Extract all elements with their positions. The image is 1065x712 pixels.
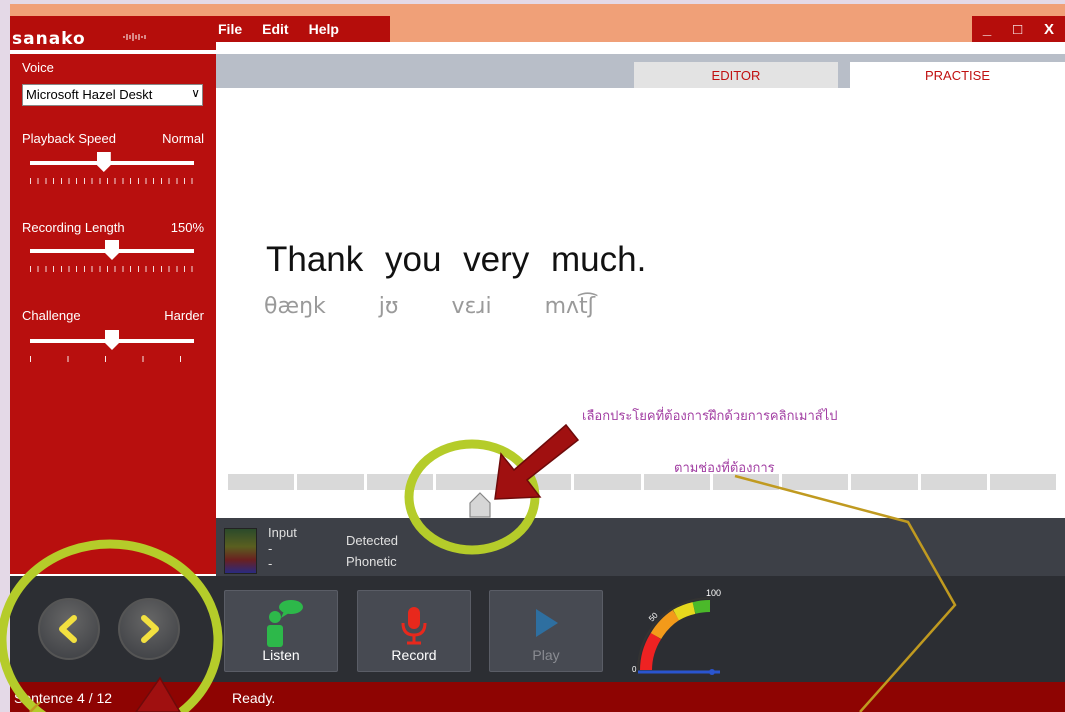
slider-thumb[interactable] <box>105 240 119 260</box>
next-sentence-button[interactable] <box>118 598 180 660</box>
playback-speed-value: Normal <box>162 131 204 146</box>
sentence-segment[interactable] <box>851 474 918 490</box>
sentence-text: Thank you very much. <box>266 240 647 279</box>
recording-length-label: Recording Length <box>22 220 125 235</box>
close-button[interactable]: X <box>1044 21 1054 38</box>
sentence-segment[interactable] <box>505 474 572 490</box>
microphone-icon <box>401 607 427 645</box>
maximize-button[interactable]: □ <box>1013 21 1022 38</box>
recording-length-value: 150% <box>170 220 204 235</box>
listen-person-icon <box>267 600 303 647</box>
phonetic-word: θæŋk <box>264 294 326 319</box>
sentence-segment[interactable] <box>989 474 1056 490</box>
sentence-segment[interactable] <box>574 474 641 490</box>
tab-practise[interactable]: PRACTISE <box>850 62 1065 88</box>
menu-file[interactable]: File <box>218 21 242 37</box>
phonetic-transcription: θæŋk jʊ vɛɹi mʌt͡ʃ <box>264 294 641 319</box>
logo-area: sanako <box>10 16 216 50</box>
input-label: Input <box>268 525 297 540</box>
phonetic-word: mʌt͡ʃ <box>544 294 596 319</box>
slider-track <box>30 161 194 165</box>
slider-ticks <box>30 178 194 184</box>
gauge-min-label: 0 <box>632 665 637 674</box>
practise-area: Thank you very much. θæŋk jʊ vɛɹi mʌt͡ʃ … <box>216 88 1065 518</box>
status-bar: Sentence 4 / 12 Ready. <box>10 682 1065 712</box>
sentence-segment[interactable] <box>228 474 295 490</box>
sentence-segment[interactable] <box>782 474 849 490</box>
challenge-value: Harder <box>164 308 204 323</box>
voice-select[interactable]: Microsoft Hazel Deskt ∨ <box>22 84 203 106</box>
detected-label: Detected <box>346 533 399 548</box>
sentence-segment[interactable] <box>920 474 987 490</box>
score-gauge: 100 50 0 <box>632 588 721 675</box>
chevron-left-icon <box>59 615 77 643</box>
settings-panel: Voice Microsoft Hazel Deskt ∨ Playback S… <box>10 54 216 574</box>
sanako-logo: sanako <box>12 29 86 49</box>
voice-label: Voice <box>22 60 54 75</box>
sentence-segment[interactable] <box>435 474 502 490</box>
analysis-info-bar: Input - - Detected Phonetic <box>216 518 1065 576</box>
play-icon <box>536 609 558 637</box>
control-bar: Listen Record Play 100 50 0 <box>10 576 1065 682</box>
phonetic-label: Phonetic <box>346 554 397 569</box>
tab-editor[interactable]: EDITOR <box>634 62 838 88</box>
sentence-segment[interactable] <box>643 474 710 490</box>
phonetic-word: jʊ <box>378 294 399 319</box>
play-label: Play <box>532 647 560 663</box>
window-controls: _ □ X <box>972 16 1065 42</box>
phonetic-word: vɛɹi <box>451 294 492 319</box>
instruction-note-line1: เลือกประโยคที่ต้องการฝึกด้วยการคลิกเมาส์… <box>582 409 838 424</box>
status-text: Ready. <box>232 690 276 706</box>
minimize-button[interactable]: _ <box>983 21 991 38</box>
chevron-down-icon: ∨ <box>191 86 200 100</box>
record-button[interactable]: Record <box>357 590 471 672</box>
menu-bar: File Edit Help <box>216 16 390 42</box>
slider-thumb[interactable] <box>96 152 111 172</box>
listen-button[interactable]: Listen <box>224 590 338 672</box>
sound-wave-icon <box>123 33 146 41</box>
sentence-segment[interactable] <box>366 474 433 490</box>
tab-bar: EDITOR PRACTISE <box>216 54 1065 88</box>
slider-thumb[interactable] <box>105 330 119 350</box>
sentence-segment[interactable] <box>712 474 779 490</box>
chevron-right-icon <box>141 615 159 643</box>
playback-speed-label: Playback Speed <box>22 131 116 146</box>
listen-label: Listen <box>262 647 300 663</box>
voice-value: Microsoft Hazel Deskt <box>26 87 153 102</box>
slider-ticks <box>30 356 194 362</box>
gauge-max-label: 100 <box>706 588 721 598</box>
sentence-segment[interactable] <box>297 474 364 490</box>
challenge-label: Challenge <box>22 308 81 323</box>
input-value-1: - <box>268 541 273 556</box>
title-bar: sanako File Edit Help _ □ X <box>10 4 1065 50</box>
input-value-2: - <box>268 556 273 571</box>
previous-sentence-button[interactable] <box>38 598 100 660</box>
slider-ticks <box>30 266 194 272</box>
record-label: Record <box>391 647 437 663</box>
sanako-app-window: sanako File Edit Help _ □ X Voice Micros… <box>10 4 1065 712</box>
menu-help[interactable]: Help <box>309 21 339 37</box>
sentence-selector-bar[interactable] <box>228 474 1056 490</box>
play-button[interactable]: Play <box>489 590 603 672</box>
input-level-meter <box>224 528 257 574</box>
menu-edit[interactable]: Edit <box>262 21 288 37</box>
current-sentence-marker-icon <box>469 492 491 518</box>
sentence-counter: Sentence 4 / 12 <box>14 690 113 706</box>
